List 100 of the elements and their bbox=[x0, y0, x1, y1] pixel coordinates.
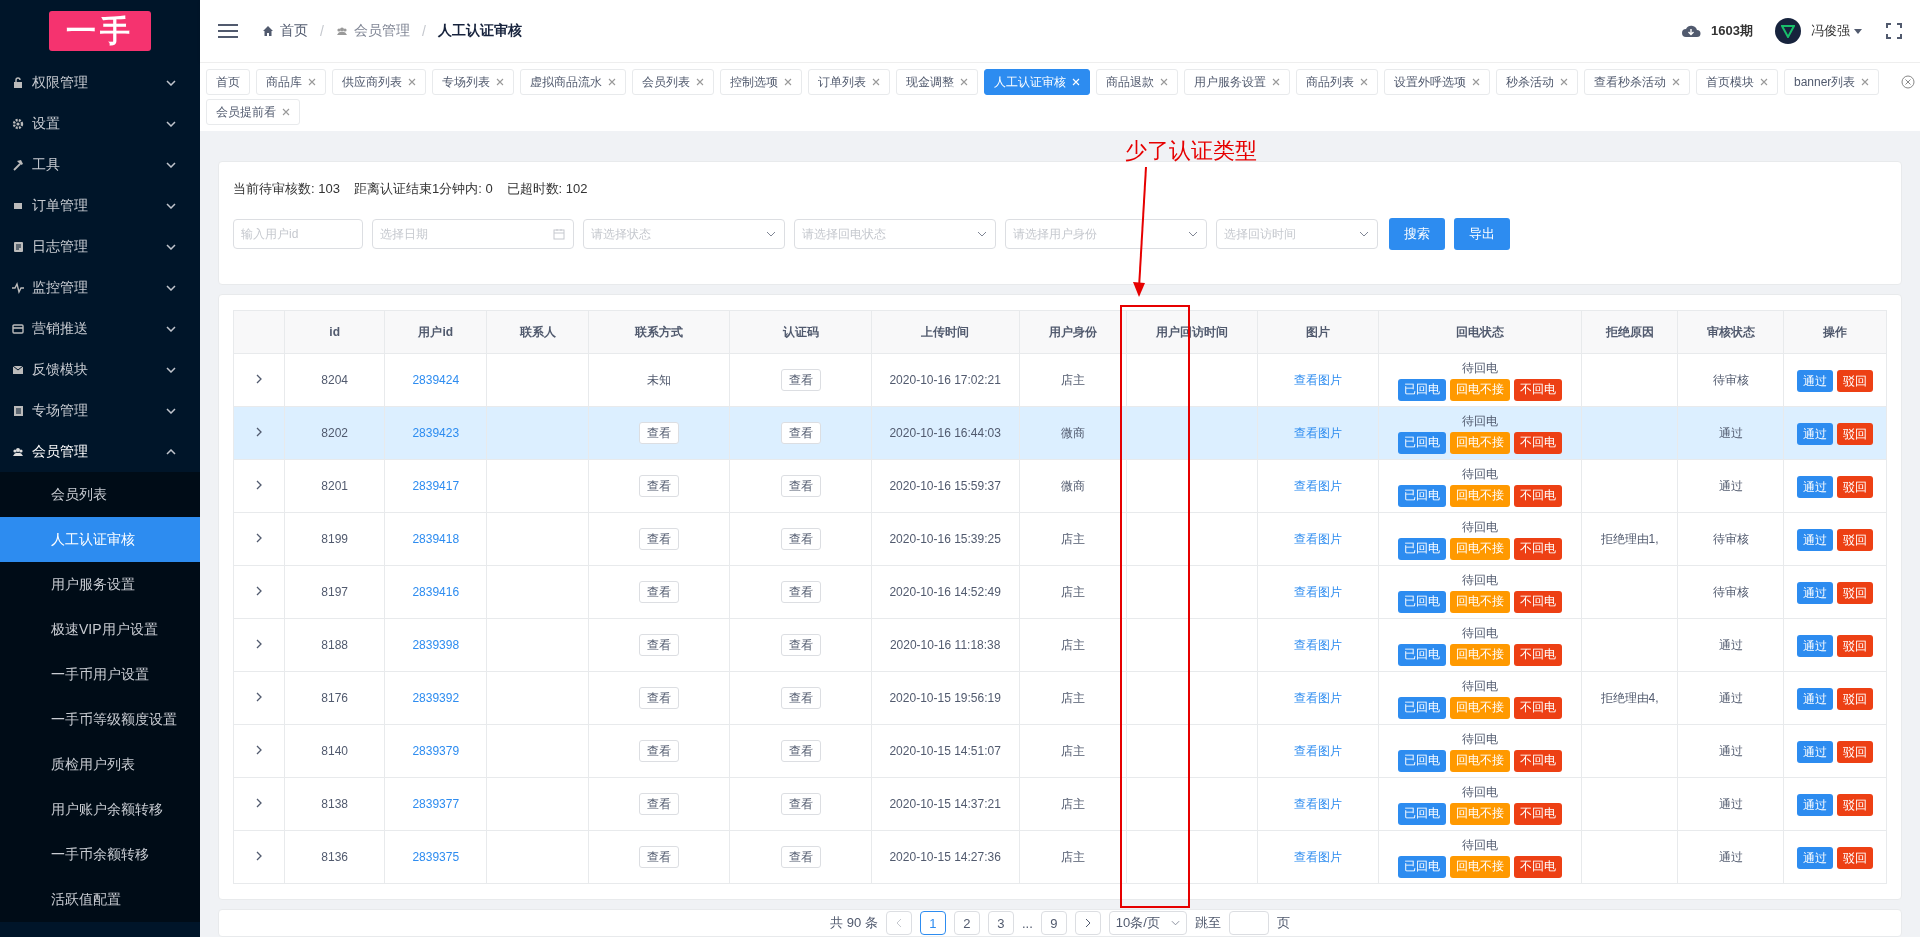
submenu-item[interactable]: 一手币余额转移 bbox=[0, 832, 200, 877]
sidebar-item[interactable]: 会员管理 bbox=[0, 431, 200, 472]
user-id-link[interactable]: 2839423 bbox=[412, 426, 460, 440]
submenu-item[interactable]: 用户账户余额转移 bbox=[0, 787, 200, 832]
tab[interactable]: 专场列表 bbox=[432, 69, 514, 95]
page-button[interactable]: 3 bbox=[987, 911, 1014, 935]
callback-button[interactable]: 回电不接 bbox=[1450, 378, 1510, 401]
view-button[interactable]: 查看 bbox=[780, 475, 821, 497]
tab[interactable]: 控制选项 bbox=[720, 69, 802, 95]
tab[interactable]: 商品退款 bbox=[1096, 69, 1178, 95]
tab[interactable]: 会员列表 bbox=[632, 69, 714, 95]
callback-button[interactable]: 不回电 bbox=[1514, 431, 1562, 454]
sidebar-item[interactable]: 专场管理 bbox=[0, 390, 200, 431]
approve-button[interactable]: 通过 bbox=[1796, 794, 1833, 816]
tab[interactable]: 会员提前看 bbox=[206, 99, 300, 125]
cloud-download-icon[interactable] bbox=[1681, 24, 1702, 38]
approve-button[interactable]: 通过 bbox=[1796, 847, 1833, 869]
close-icon[interactable] bbox=[1160, 78, 1168, 86]
sidebar-item[interactable]: 监控管理 bbox=[0, 267, 200, 308]
callback-button[interactable]: 回电不接 bbox=[1450, 643, 1510, 666]
tab[interactable]: 现金调整 bbox=[896, 69, 978, 95]
close-icon[interactable] bbox=[608, 78, 616, 86]
sidebar-item[interactable]: 反馈模块 bbox=[0, 349, 200, 390]
breadcrumb-item[interactable]: 会员管理 bbox=[353, 22, 410, 40]
sidebar-item[interactable]: 订单管理 bbox=[0, 185, 200, 226]
view-image-link[interactable]: 查看图片 bbox=[1294, 743, 1343, 758]
callback-button[interactable]: 不回电 bbox=[1514, 590, 1562, 613]
user-id-link[interactable]: 2839418 bbox=[412, 532, 460, 546]
view-image-link[interactable]: 查看图片 bbox=[1294, 584, 1343, 599]
view-button[interactable]: 查看 bbox=[780, 422, 821, 444]
search-button[interactable]: 搜索 bbox=[1389, 218, 1445, 250]
callback-button[interactable]: 回电不接 bbox=[1450, 431, 1510, 454]
submenu-item[interactable]: 活跃值配置 bbox=[0, 877, 200, 922]
callback-button[interactable]: 不回电 bbox=[1514, 696, 1562, 719]
user-id-link[interactable]: 2839424 bbox=[412, 373, 460, 387]
view-image-link[interactable]: 查看图片 bbox=[1294, 796, 1343, 811]
close-icon[interactable] bbox=[1472, 78, 1480, 86]
approve-button[interactable]: 通过 bbox=[1796, 635, 1833, 657]
approve-button[interactable]: 通过 bbox=[1796, 741, 1833, 763]
view-image-link[interactable]: 查看图片 bbox=[1294, 425, 1343, 440]
view-image-link[interactable]: 查看图片 bbox=[1294, 478, 1343, 493]
close-icon[interactable] bbox=[1360, 78, 1368, 86]
close-icon[interactable] bbox=[1760, 78, 1768, 86]
callback-button[interactable]: 回电不接 bbox=[1450, 696, 1510, 719]
expand-icon[interactable] bbox=[255, 586, 262, 596]
callback-button[interactable]: 不回电 bbox=[1514, 378, 1562, 401]
expand-icon[interactable] bbox=[255, 851, 262, 861]
callback-button[interactable]: 不回电 bbox=[1514, 749, 1562, 772]
page-button[interactable]: 2 bbox=[953, 911, 980, 935]
reject-button[interactable]: 驳回 bbox=[1836, 688, 1873, 710]
tab[interactable]: 查看秒杀活动 bbox=[1584, 69, 1690, 95]
callback-button[interactable]: 已回电 bbox=[1398, 696, 1446, 719]
view-image-link[interactable]: 查看图片 bbox=[1294, 637, 1343, 652]
reject-button[interactable]: 驳回 bbox=[1836, 529, 1873, 551]
tab[interactable]: 设置外呼选项 bbox=[1384, 69, 1490, 95]
callback-button[interactable]: 不回电 bbox=[1514, 643, 1562, 666]
view-button[interactable]: 查看 bbox=[780, 581, 821, 603]
expand-icon[interactable] bbox=[255, 533, 262, 543]
submenu-item[interactable]: 一手币用户设置 bbox=[0, 652, 200, 697]
expand-icon[interactable] bbox=[255, 798, 262, 808]
view-button[interactable]: 查看 bbox=[639, 740, 680, 762]
reject-button[interactable]: 驳回 bbox=[1836, 370, 1873, 392]
view-button[interactable]: 查看 bbox=[780, 793, 821, 815]
callback-button[interactable]: 已回电 bbox=[1398, 643, 1446, 666]
tab[interactable]: 人工认证审核 bbox=[984, 69, 1090, 95]
page-size-select[interactable]: 10条/页 bbox=[1108, 911, 1187, 935]
callback-button[interactable]: 回电不接 bbox=[1450, 855, 1510, 878]
view-button[interactable]: 查看 bbox=[639, 422, 680, 444]
callback-button[interactable]: 已回电 bbox=[1398, 537, 1446, 560]
view-button[interactable]: 查看 bbox=[780, 634, 821, 656]
tab[interactable]: 商品列表 bbox=[1296, 69, 1378, 95]
callback-button[interactable]: 不回电 bbox=[1514, 802, 1562, 825]
reject-button[interactable]: 驳回 bbox=[1836, 635, 1873, 657]
submenu-item[interactable]: 一手币等级额度设置 bbox=[0, 697, 200, 742]
callback-button[interactable]: 已回电 bbox=[1398, 749, 1446, 772]
approve-button[interactable]: 通过 bbox=[1796, 423, 1833, 445]
breadcrumb-item[interactable]: 首页 bbox=[280, 22, 308, 40]
expand-icon[interactable] bbox=[255, 374, 262, 384]
close-icon[interactable] bbox=[696, 78, 704, 86]
reject-button[interactable]: 驳回 bbox=[1836, 423, 1873, 445]
callback-button[interactable]: 已回电 bbox=[1398, 855, 1446, 878]
reject-button[interactable]: 驳回 bbox=[1836, 582, 1873, 604]
view-image-link[interactable]: 查看图片 bbox=[1294, 690, 1343, 705]
user-id-link[interactable]: 2839398 bbox=[412, 638, 460, 652]
expand-icon[interactable] bbox=[255, 639, 262, 649]
submenu-item[interactable]: 会员列表 bbox=[0, 472, 200, 517]
sidebar-item[interactable]: 权限管理 bbox=[0, 62, 200, 103]
expand-icon[interactable] bbox=[255, 480, 262, 490]
callback-button[interactable]: 回电不接 bbox=[1450, 537, 1510, 560]
reject-button[interactable]: 驳回 bbox=[1836, 741, 1873, 763]
view-button[interactable]: 查看 bbox=[639, 634, 680, 656]
callback-button[interactable]: 回电不接 bbox=[1450, 484, 1510, 507]
user-id-link[interactable]: 2839375 bbox=[412, 850, 460, 864]
tab[interactable]: 首页 bbox=[206, 69, 250, 95]
user-id-link[interactable]: 2839416 bbox=[412, 585, 460, 599]
sidebar-item[interactable]: 日志管理 bbox=[0, 226, 200, 267]
user-id-link[interactable]: 2839392 bbox=[412, 691, 460, 705]
close-icon[interactable] bbox=[496, 78, 504, 86]
sidebar-item[interactable]: 工具 bbox=[0, 144, 200, 185]
view-button[interactable]: 查看 bbox=[639, 475, 680, 497]
